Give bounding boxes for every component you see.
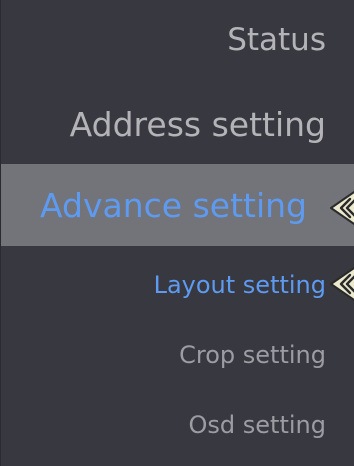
double-chevron-left-icon [330,266,354,302]
submenu-item-label: Crop setting [179,341,326,369]
submenu-item-label: Layout setting [153,271,326,299]
settings-menu: Status Address setting Advance setting L… [0,0,354,466]
submenu-item-crop-setting[interactable]: Crop setting [1,330,354,380]
menu-item-status[interactable]: Status [1,14,354,66]
double-chevron-left-icon [330,190,354,226]
submenu-item-osd-setting[interactable]: Osd setting [1,400,354,450]
menu-item-advance-setting[interactable]: Advance setting [1,164,354,246]
menu-item-label: Address setting [69,104,326,144]
menu-item-label: Advance setting [40,185,307,225]
menu-item-label: Status [227,21,326,58]
submenu-item-layout-setting[interactable]: Layout setting [1,260,354,310]
submenu-item-label: Osd setting [188,411,326,439]
menu-item-address-setting[interactable]: Address setting [1,96,354,152]
